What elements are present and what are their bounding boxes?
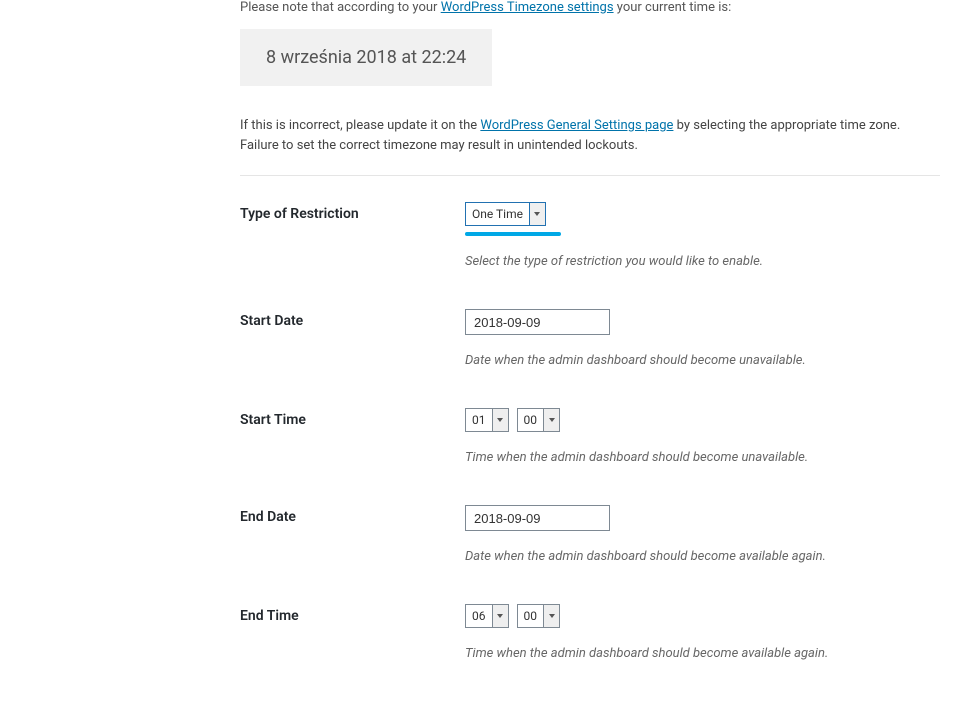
start-minute-select[interactable]: 00 xyxy=(517,408,561,432)
intro-suffix: your current time is: xyxy=(614,0,732,15)
intro-text: Please note that according to your WordP… xyxy=(240,0,940,15)
row-end-date: End Date Date when the admin dashboard s… xyxy=(240,505,940,564)
restriction-type-select[interactable]: One Time xyxy=(465,202,546,226)
start-hour-value: 01 xyxy=(466,409,492,431)
start-hour-select[interactable]: 01 xyxy=(465,408,509,432)
chevron-down-icon xyxy=(497,614,503,618)
section-divider xyxy=(240,175,940,176)
end-date-description: Date when the admin dashboard should bec… xyxy=(465,549,940,564)
end-hour-dropdown-button[interactable] xyxy=(492,605,508,627)
end-minute-dropdown-button[interactable] xyxy=(543,605,559,627)
highlight-underline xyxy=(465,232,561,236)
row-type-of-restriction: Type of Restriction One Time Select the … xyxy=(240,202,940,269)
row-start-time: Start Time 01 00 xyxy=(240,408,940,465)
start-date-input[interactable] xyxy=(465,309,610,335)
label-start-date: Start Date xyxy=(240,309,465,329)
start-hour-dropdown-button[interactable] xyxy=(492,409,508,431)
restriction-type-value: One Time xyxy=(466,203,529,225)
row-end-time: End Time 06 00 Ti xyxy=(240,604,940,661)
end-date-input[interactable] xyxy=(465,505,610,531)
restriction-type-description: Select the type of restriction you would… xyxy=(465,254,940,269)
chevron-down-icon xyxy=(497,418,503,422)
warning-prefix: If this is incorrect, please update it o… xyxy=(240,118,480,133)
label-type-of-restriction: Type of Restriction xyxy=(240,202,465,222)
end-minute-select[interactable]: 00 xyxy=(517,604,561,628)
chevron-down-icon xyxy=(549,418,555,422)
label-end-date: End Date xyxy=(240,505,465,525)
end-minute-value: 00 xyxy=(518,605,544,627)
label-start-time: Start Time xyxy=(240,408,465,428)
start-time-description: Time when the admin dashboard should bec… xyxy=(465,450,940,465)
general-settings-link[interactable]: WordPress General Settings page xyxy=(480,118,673,133)
intro-prefix: Please note that according to your xyxy=(240,0,441,15)
chevron-down-icon xyxy=(534,212,540,216)
start-minute-dropdown-button[interactable] xyxy=(543,409,559,431)
start-minute-value: 00 xyxy=(518,409,544,431)
start-date-description: Date when the admin dashboard should bec… xyxy=(465,353,940,368)
end-hour-value: 06 xyxy=(466,605,492,627)
current-time-value: 8 września 2018 at 22:24 xyxy=(266,47,466,68)
current-time-box: 8 września 2018 at 22:24 xyxy=(240,29,492,86)
timezone-settings-link[interactable]: WordPress Timezone settings xyxy=(441,0,614,15)
row-start-date: Start Date Date when the admin dashboard… xyxy=(240,309,940,368)
end-hour-select[interactable]: 06 xyxy=(465,604,509,628)
end-time-description: Time when the admin dashboard should bec… xyxy=(465,646,940,661)
restriction-type-dropdown-button[interactable] xyxy=(529,203,545,225)
label-end-time: End Time xyxy=(240,604,465,624)
warning-text: If this is incorrect, please update it o… xyxy=(240,116,940,155)
chevron-down-icon xyxy=(549,614,555,618)
